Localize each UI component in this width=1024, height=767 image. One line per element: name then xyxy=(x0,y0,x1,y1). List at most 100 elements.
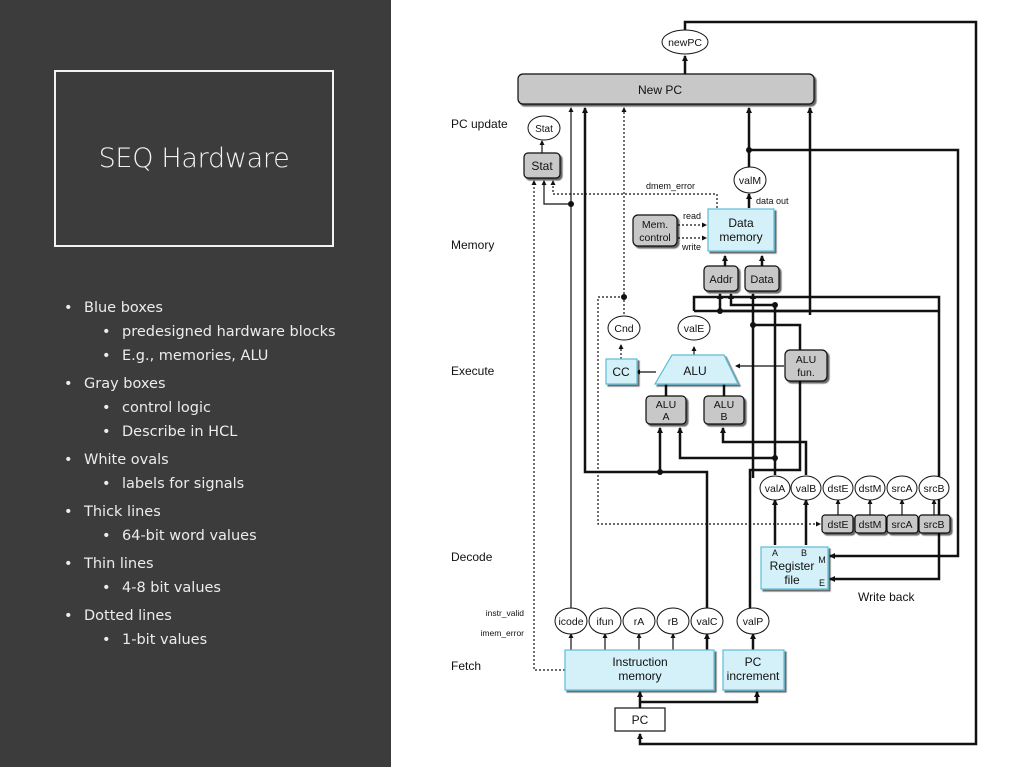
svg-text:valC: valC xyxy=(696,616,717,628)
signal-ra: rA xyxy=(622,607,656,635)
svg-text:E: E xyxy=(819,578,825,588)
label-imem-error: imem_error xyxy=(481,628,525,638)
svg-text:file: file xyxy=(784,573,800,587)
alu-block: ALU xyxy=(653,354,739,385)
svg-text:valP: valP xyxy=(743,616,763,628)
stage-execute: Execute xyxy=(451,364,495,378)
wire-vale-to-regfile-e xyxy=(692,295,941,582)
instruction-memory-block: Instruction memory xyxy=(564,649,715,691)
svg-text:Stat: Stat xyxy=(535,124,553,135)
stage-labels: PC update Memory Execute Decode Fetch Wr… xyxy=(451,117,915,673)
label-dmem-error: dmem_error xyxy=(646,181,695,191)
svg-text:srcA: srcA xyxy=(892,483,913,495)
svg-text:PC: PC xyxy=(632,713,649,727)
svg-text:increment: increment xyxy=(727,669,780,683)
svg-text:ALU: ALU xyxy=(714,399,734,411)
label-read: read xyxy=(683,211,701,221)
ctrl-dstm-block: dstM xyxy=(854,514,887,534)
new-pc-block: New PC xyxy=(517,73,815,105)
svg-text:valM: valM xyxy=(739,175,761,187)
svg-text:Instruction: Instruction xyxy=(612,655,667,669)
svg-text:dstE: dstE xyxy=(827,519,848,531)
alu-a-block: ALU A xyxy=(645,395,687,425)
svg-text:valE: valE xyxy=(684,323,704,335)
signal-valp: valP xyxy=(736,607,770,635)
svg-text:Cnd: Cnd xyxy=(614,323,633,335)
svg-text:Data: Data xyxy=(728,216,754,230)
wire-imem-error xyxy=(531,180,565,671)
signal-cnd: Cnd xyxy=(607,315,641,341)
svg-text:PC: PC xyxy=(745,655,762,669)
svg-text:newPC: newPC xyxy=(668,37,702,49)
stage-pc-update: PC update xyxy=(451,117,508,131)
signal-valm: valM xyxy=(733,166,767,194)
svg-text:memory: memory xyxy=(719,230,762,244)
svg-text:ALU: ALU xyxy=(796,354,816,366)
svg-text:Register: Register xyxy=(770,559,815,573)
svg-text:srcB: srcB xyxy=(924,483,945,495)
addr-block: Addr xyxy=(703,265,739,292)
signal-rb: rB xyxy=(656,607,690,635)
signal-dstm: dstM xyxy=(854,475,886,501)
data-block: Data xyxy=(744,265,780,292)
svg-text:dstM: dstM xyxy=(859,519,882,531)
signal-vale: valE xyxy=(677,315,711,341)
svg-text:ALU: ALU xyxy=(656,399,676,411)
label-data-out: data out xyxy=(756,196,789,206)
wires xyxy=(531,20,978,746)
stage-write-back: Write back xyxy=(858,590,915,604)
svg-text:A: A xyxy=(662,411,669,423)
pc-register-block: PC xyxy=(614,707,666,732)
svg-text:fun.: fun. xyxy=(797,367,815,379)
svg-text:memory: memory xyxy=(618,669,661,683)
svg-text:Addr: Addr xyxy=(709,274,733,286)
svg-text:Stat: Stat xyxy=(531,159,553,173)
alu-b-block: ALU B xyxy=(703,395,745,425)
ctrl-dste-block: dstE xyxy=(821,514,854,534)
signal-stat: Stat xyxy=(527,115,561,141)
ctrl-srca-block: srcA xyxy=(886,514,919,534)
svg-text:valB: valB xyxy=(796,483,816,495)
stage-decode: Decode xyxy=(451,550,493,564)
signal-dste: dstE xyxy=(822,475,854,501)
signal-icode: icode xyxy=(554,607,588,635)
svg-text:rA: rA xyxy=(634,616,645,628)
svg-text:ifun: ifun xyxy=(597,616,614,628)
label-write: write xyxy=(681,242,701,252)
signal-valb: valB xyxy=(790,475,822,501)
svg-text:CC: CC xyxy=(612,365,630,379)
seq-hardware-diagram: PC update Memory Execute Decode Fetch Wr… xyxy=(451,20,978,746)
svg-text:B: B xyxy=(720,411,727,423)
label-instr-valid: instr_valid xyxy=(486,608,525,618)
svg-text:A: A xyxy=(772,548,778,558)
svg-text:dstE: dstE xyxy=(827,483,848,495)
svg-text:B: B xyxy=(801,548,807,558)
data-memory-block: Data memory xyxy=(707,208,775,252)
stat-block: Stat xyxy=(523,152,561,179)
pc-increment-block: PC increment xyxy=(722,649,785,691)
signal-vala: valA xyxy=(759,475,791,501)
signal-newpc: newPC xyxy=(661,29,709,55)
stage-fetch: Fetch xyxy=(451,659,481,673)
svg-text:control: control xyxy=(639,232,671,244)
svg-text:rB: rB xyxy=(668,616,679,628)
svg-text:dstM: dstM xyxy=(859,483,882,495)
signal-srcb: srcB xyxy=(918,475,950,501)
ctrl-srcb-block: srcB xyxy=(918,514,951,534)
signal-ifun: ifun xyxy=(588,607,622,635)
register-file-block: A B M E Register file xyxy=(760,546,829,590)
svg-text:Mem.: Mem. xyxy=(642,219,668,231)
signal-srca: srcA xyxy=(886,475,918,501)
svg-text:valA: valA xyxy=(765,483,785,495)
svg-text:M: M xyxy=(818,555,826,565)
wire-valb-to-alub xyxy=(720,427,808,475)
alu-fun-block: ALU fun. xyxy=(784,349,828,382)
svg-text:ALU: ALU xyxy=(683,364,706,378)
svg-text:Data: Data xyxy=(750,274,774,286)
svg-text:icode: icode xyxy=(558,616,583,628)
cc-block: CC xyxy=(605,358,638,385)
svg-text:New PC: New PC xyxy=(638,83,682,97)
stage-memory: Memory xyxy=(451,238,494,252)
svg-text:srcA: srcA xyxy=(892,519,913,531)
svg-text:srcB: srcB xyxy=(924,519,945,531)
